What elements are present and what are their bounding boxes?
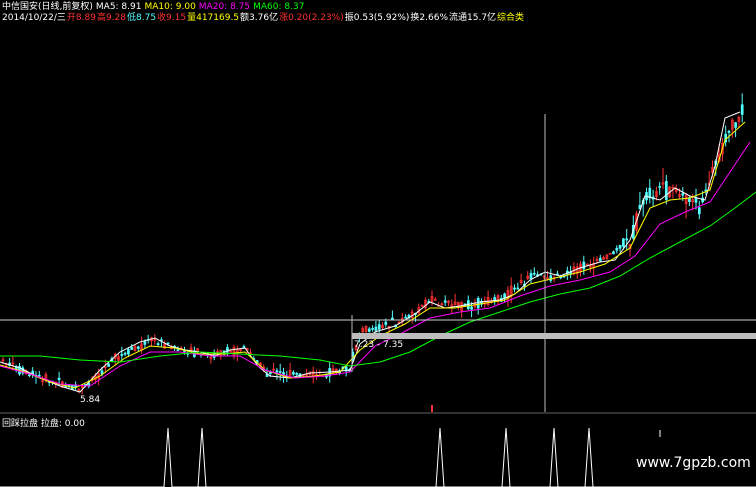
quote-amount: 额3.76亿 bbox=[240, 13, 279, 23]
watermark-text: www.7gpzb.com bbox=[636, 455, 751, 471]
candle-body bbox=[618, 244, 622, 249]
candle-body bbox=[268, 372, 272, 375]
candle-body bbox=[664, 181, 668, 200]
ma5-value: MA5: 8.91 bbox=[95, 2, 142, 12]
candle-body bbox=[136, 346, 140, 349]
candle-body bbox=[127, 349, 130, 355]
candle-body bbox=[740, 104, 744, 115]
candle-body bbox=[391, 317, 394, 320]
quote-change: 涨0.20(2.23%) bbox=[279, 13, 344, 23]
candle-body bbox=[143, 341, 147, 345]
header-row-ma: 中信国安(日线,前复权) MA5: 8.91 MA10: 9.00 MA20: 8.7… bbox=[2, 2, 307, 13]
quote-amplitude: 振0.53(5.92%) bbox=[344, 13, 410, 23]
candle-body bbox=[37, 374, 41, 377]
candle-body bbox=[694, 197, 698, 203]
candle-body bbox=[123, 352, 127, 355]
candle-body bbox=[532, 272, 536, 275]
candle-body bbox=[625, 238, 629, 241]
signal-marker bbox=[431, 405, 433, 412]
header-row-quote: 2014/10/22/三开8.89高9.28低8.75收9.15量417169.… bbox=[2, 13, 527, 24]
candle-body bbox=[598, 257, 602, 262]
kline-chart[interactable] bbox=[0, 0, 756, 487]
stock-title: 中信国安(日线,前复权) bbox=[2, 2, 93, 12]
range-label: 7.23 - 7.35 bbox=[354, 340, 404, 350]
quote-volume: 量417169.5 bbox=[187, 13, 240, 23]
candle-body bbox=[384, 321, 388, 325]
ma10-value: MA10: 9.00 bbox=[144, 2, 196, 12]
quote-close: 收9.15 bbox=[157, 13, 187, 23]
candle-body bbox=[371, 328, 374, 330]
candle-body bbox=[166, 342, 170, 345]
candle-body bbox=[57, 377, 61, 380]
candle-body bbox=[622, 238, 625, 247]
candle-body bbox=[648, 187, 652, 199]
candle-body bbox=[28, 374, 31, 377]
candle-body bbox=[295, 373, 299, 375]
indicator-spike bbox=[197, 427, 207, 487]
candle-body bbox=[404, 316, 407, 319]
candle-body bbox=[476, 297, 480, 309]
candle-body bbox=[513, 287, 516, 290]
candle-body bbox=[120, 354, 124, 356]
indicator-spike bbox=[549, 427, 559, 487]
quote-high: 高9.28 bbox=[96, 13, 126, 23]
candle-body bbox=[529, 273, 533, 279]
candle-body bbox=[292, 372, 295, 375]
ma5-line bbox=[0, 111, 741, 393]
indicator-spike bbox=[501, 427, 511, 487]
candle-body bbox=[278, 371, 282, 373]
indicator-spike bbox=[584, 427, 594, 487]
indicator-spike bbox=[435, 427, 445, 487]
candle-body bbox=[377, 324, 381, 330]
quote-low: 低8.75 bbox=[127, 13, 157, 23]
ma20-value: MA20: 8.75 bbox=[198, 2, 251, 12]
candle-body bbox=[443, 300, 447, 303]
support-band bbox=[352, 333, 756, 339]
candle-body bbox=[697, 207, 701, 215]
ma60-value: MA60: 8.37 bbox=[253, 2, 305, 12]
candle-body bbox=[734, 122, 737, 128]
low-price-label: 5.84 bbox=[80, 395, 101, 405]
candle-body bbox=[130, 347, 134, 350]
candle-body bbox=[156, 343, 160, 345]
candle-body bbox=[176, 349, 180, 352]
candle-body bbox=[275, 370, 279, 373]
candle-body bbox=[470, 306, 473, 310]
candle-body bbox=[582, 261, 586, 270]
candle-body bbox=[681, 193, 685, 196]
indicator-label: 回踩拉盘 拉盘: 0.00 bbox=[2, 419, 85, 429]
quote-turnover: 换2.66% bbox=[410, 13, 448, 23]
candle-body bbox=[615, 247, 619, 251]
candle-body bbox=[367, 328, 371, 332]
candle-body bbox=[658, 186, 662, 188]
quote-open: 开8.89 bbox=[66, 13, 96, 23]
candle-body bbox=[516, 287, 520, 290]
quote-date: 2014/10/22/三 bbox=[2, 13, 66, 23]
candle-body bbox=[612, 251, 615, 255]
quote-category: 综合类 bbox=[497, 13, 525, 23]
candle-body bbox=[374, 326, 378, 331]
candle-body bbox=[727, 130, 731, 133]
candle-body bbox=[107, 363, 110, 367]
candle-body bbox=[704, 189, 708, 192]
candle-body bbox=[549, 275, 553, 281]
quote-float-cap: 流通15.7亿 bbox=[449, 13, 497, 23]
